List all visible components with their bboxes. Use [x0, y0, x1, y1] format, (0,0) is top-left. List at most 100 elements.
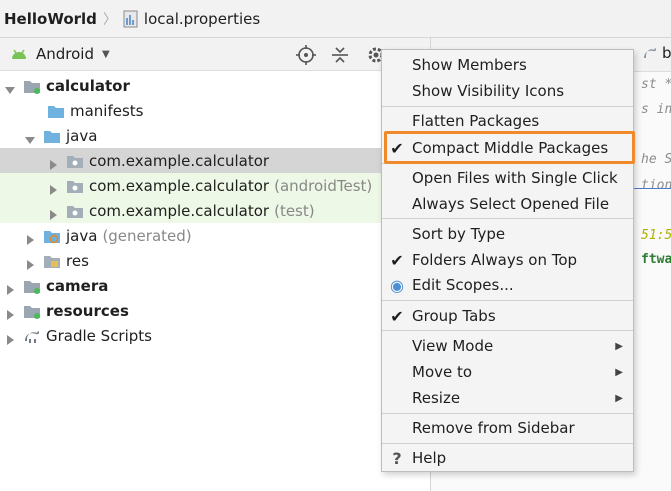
- tree-node-package-test[interactable]: com.example.calculator (test): [0, 198, 430, 223]
- collapsed-arrow-icon[interactable]: [5, 331, 15, 345]
- menu-item-sort-by-type[interactable]: Sort by Type: [382, 221, 633, 247]
- module-folder-icon: [23, 278, 41, 294]
- menu-separator: [382, 413, 633, 414]
- generated-folder-icon: [43, 228, 61, 244]
- menu-item-label: View Mode: [412, 337, 494, 355]
- annotation-highlight-box: [384, 131, 635, 164]
- chevron-right-icon: 〉: [102, 11, 117, 28]
- tree-label: Gradle Scripts: [46, 326, 152, 345]
- tree-label-suffix: (test): [274, 201, 315, 220]
- checkmark-icon: ✔: [390, 306, 404, 326]
- tree-label: com.example.calculator: [89, 201, 270, 220]
- code-line: st *: [641, 77, 671, 92]
- tree-label: res: [66, 251, 89, 270]
- properties-file-icon: [123, 10, 139, 28]
- tree-node-package-main[interactable]: com.example.calculator: [0, 148, 430, 173]
- editor-tab-label[interactable]: b: [662, 44, 671, 62]
- folder-icon: [47, 103, 65, 119]
- tree-node-manifests[interactable]: manifests: [0, 98, 430, 123]
- gradle-icon: [23, 328, 41, 344]
- code-line: he SD: [641, 152, 671, 167]
- menu-item-group-tabs[interactable]: ✔ Group Tabs: [382, 303, 633, 329]
- menu-item-help[interactable]: ? Help: [382, 445, 633, 471]
- menu-item-edit-scopes[interactable]: ◉ Edit Scopes...: [382, 272, 633, 298]
- submenu-arrow-icon: ▶: [615, 392, 623, 404]
- menu-item-always-select-opened-file[interactable]: Always Select Opened File: [382, 191, 633, 217]
- gradle-icon: [643, 46, 659, 64]
- menu-item-remove-from-sidebar[interactable]: Remove from Sidebar: [382, 415, 633, 441]
- menu-item-open-files-single-click[interactable]: Open Files with Single Click: [382, 165, 633, 191]
- menu-separator: [382, 106, 633, 107]
- tree-label: com.example.calculator: [89, 176, 270, 195]
- menu-item-show-visibility-icons[interactable]: Show Visibility Icons: [382, 78, 633, 104]
- code-line: tion: [641, 178, 671, 193]
- collapsed-arrow-icon[interactable]: [48, 156, 58, 170]
- tree-node-resources[interactable]: resources: [0, 298, 430, 323]
- menu-item-resize[interactable]: Resize ▶: [382, 385, 633, 411]
- collapsed-arrow-icon[interactable]: [5, 281, 15, 295]
- menu-item-label: Show Members: [412, 56, 527, 74]
- collapsed-arrow-icon[interactable]: [48, 206, 58, 220]
- menu-item-label: Group Tabs: [412, 307, 496, 325]
- res-folder-icon: [43, 253, 61, 269]
- tree-node-gradle-scripts[interactable]: Gradle Scripts: [0, 323, 430, 348]
- menu-separator: [382, 443, 633, 444]
- collapsed-arrow-icon[interactable]: [25, 231, 35, 245]
- menu-item-move-to[interactable]: Move to ▶: [382, 359, 633, 385]
- tree-label: calculator: [46, 76, 130, 95]
- help-icon: ?: [392, 448, 402, 468]
- tree-label: com.example.calculator: [89, 151, 270, 170]
- view-selector-dropdown[interactable]: Android ▼: [10, 45, 110, 63]
- menu-item-view-mode[interactable]: View Mode ▶: [382, 333, 633, 359]
- menu-item-folders-always-on-top[interactable]: ✔ Folders Always on Top: [382, 247, 633, 273]
- checkmark-icon: ✔: [390, 250, 404, 270]
- menu-item-label: Remove from Sidebar: [412, 419, 575, 437]
- project-tree: calculator manifests java com.example.ca…: [0, 71, 430, 491]
- package-icon: [66, 203, 84, 219]
- menu-item-label: Show Visibility Icons: [412, 82, 565, 100]
- tree-node-calculator[interactable]: calculator: [0, 73, 430, 98]
- android-icon: [10, 47, 28, 61]
- folder-icon: [43, 128, 61, 144]
- tree-label: java: [66, 126, 98, 145]
- project-toolbar: Android ▼: [0, 38, 430, 71]
- tree-node-res[interactable]: res: [0, 248, 430, 273]
- navigation-breadcrumb: HelloWorld 〉 local.properties: [0, 0, 671, 38]
- menu-item-label: Flatten Packages: [412, 112, 540, 130]
- expanded-arrow-icon[interactable]: [5, 81, 15, 94]
- code-line: s inj: [641, 102, 671, 117]
- collapsed-arrow-icon[interactable]: [48, 181, 58, 195]
- tree-node-java[interactable]: java: [0, 123, 430, 148]
- code-line: ftwar: [641, 252, 671, 267]
- tree-label: manifests: [70, 101, 144, 120]
- menu-separator: [382, 218, 633, 219]
- collapse-all-icon[interactable]: [330, 45, 350, 65]
- menu-item-label: Folders Always on Top: [412, 251, 578, 269]
- expanded-arrow-icon[interactable]: [25, 131, 35, 144]
- collapsed-arrow-icon[interactable]: [5, 306, 15, 320]
- tree-node-package-android-test[interactable]: com.example.calculator (androidTest): [0, 173, 430, 198]
- tree-label: java: [66, 226, 98, 245]
- menu-separator: [382, 300, 633, 301]
- menu-item-label: Resize: [412, 389, 461, 407]
- menu-item-label: Help: [412, 449, 447, 467]
- view-selector-label: Android: [36, 45, 94, 63]
- package-icon: [66, 178, 84, 194]
- menu-item-label: Open Files with Single Click: [412, 169, 618, 187]
- breadcrumb-project[interactable]: HelloWorld: [0, 10, 97, 28]
- breadcrumb-project-label: HelloWorld: [4, 9, 97, 28]
- breadcrumb-file[interactable]: local.properties: [123, 10, 260, 28]
- tree-label: resources: [46, 301, 129, 320]
- module-folder-icon: [23, 78, 41, 94]
- menu-item-label: Edit Scopes...: [412, 276, 514, 294]
- locate-icon[interactable]: [296, 45, 316, 65]
- tree-node-java-generated[interactable]: java (generated): [0, 223, 430, 248]
- package-icon: [66, 153, 84, 169]
- menu-item-label: Move to: [412, 363, 473, 381]
- tree-label-suffix: (androidTest): [274, 176, 373, 195]
- breadcrumb-file-label: local.properties: [143, 9, 261, 28]
- menu-item-show-members[interactable]: Show Members: [382, 52, 633, 78]
- tree-node-camera[interactable]: camera: [0, 273, 430, 298]
- collapsed-arrow-icon[interactable]: [25, 256, 35, 270]
- tree-label: camera: [46, 276, 109, 295]
